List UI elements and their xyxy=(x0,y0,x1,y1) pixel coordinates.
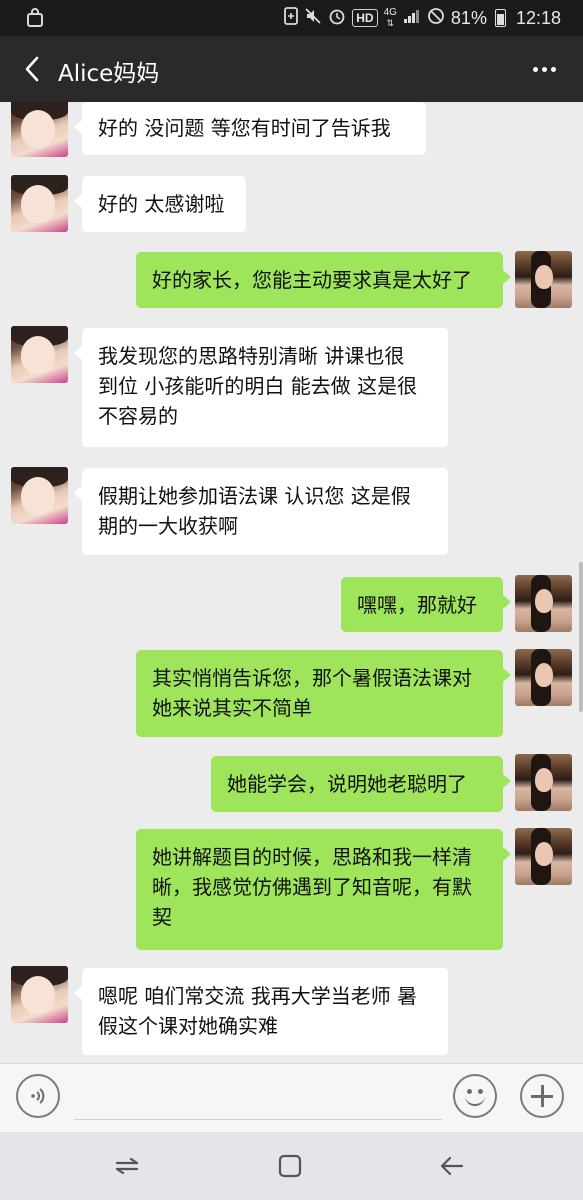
message-text: 其实悄悄告诉您，那个暑假语法课对 xyxy=(152,666,472,690)
scrollbar-thumb[interactable] xyxy=(579,562,583,712)
message-text: 到位 小孩能听的明白 能去做 这是很 xyxy=(98,374,418,398)
network-type: 4G ⇅ xyxy=(383,7,397,29)
emoji-icon[interactable] xyxy=(453,1074,497,1118)
no-sim-icon xyxy=(427,7,445,29)
contact-avatar[interactable] xyxy=(11,966,68,1023)
message-bubble-incoming[interactable]: 我发现您的思路特别清晰 讲课也很 到位 小孩能听的明白 能去做 这是很 不容易的 xyxy=(74,328,448,447)
message-text: 好的 没问题 等您有时间了告诉我 xyxy=(98,116,391,140)
message-text: 她讲解题目的时候，思路和我一样清 xyxy=(152,845,472,869)
message-bubble-incoming[interactable]: 好的 没问题 等您有时间了告诉我 xyxy=(74,102,426,155)
plus-icon[interactable] xyxy=(520,1074,564,1118)
message-text: 嗯呢 咱们常交流 我再大学当老师 暑 xyxy=(98,984,418,1008)
battery-icon xyxy=(494,9,506,27)
message-input[interactable] xyxy=(74,1072,442,1120)
message-bubble-outgoing[interactable]: 她能学会，说明她老聪明了 xyxy=(211,756,511,812)
message-text: 好的家长，您能主动要求真是太好了 xyxy=(152,268,472,292)
signal-icon xyxy=(403,8,421,28)
contact-avatar[interactable] xyxy=(11,326,68,383)
clock-time: 12:18 xyxy=(515,7,561,28)
network-label: 4G xyxy=(383,7,397,18)
message-bubble-incoming[interactable]: 假期让她参加语法课 认识您 这是假 期的一大收获啊 xyxy=(74,468,448,555)
contact-avatar[interactable] xyxy=(11,102,68,157)
contact-avatar[interactable] xyxy=(11,175,68,232)
message-text: 我发现您的思路特别清晰 讲课也很 xyxy=(98,344,405,368)
my-avatar[interactable] xyxy=(515,251,572,308)
status-bar: HD 4G ⇅ 81% 12:18 xyxy=(0,0,583,36)
shopping-bag-icon xyxy=(26,8,44,33)
chevron-left-icon[interactable] xyxy=(14,50,50,88)
message-text: 她能学会，说明她老聪明了 xyxy=(227,772,467,796)
nfc-icon xyxy=(284,7,299,29)
message-text: 嘿嘿，那就好 xyxy=(357,593,477,617)
message-bubble-incoming[interactable]: 嗯呢 咱们常交流 我再大学当老师 暑 假这个课对她确实难 xyxy=(74,968,448,1055)
hd-badge: HD xyxy=(352,9,378,27)
voice-icon[interactable] xyxy=(16,1074,60,1118)
recents-icon[interactable] xyxy=(107,1150,147,1182)
chat-title: Alice妈妈 xyxy=(58,61,160,87)
message-text: 期的一大收获啊 xyxy=(98,514,238,538)
message-bubble-outgoing[interactable]: 她讲解题目的时候，思路和我一样清 晰，我感觉仿佛遇到了知音呢，有默 契 xyxy=(136,829,511,950)
contact-avatar[interactable] xyxy=(11,467,68,524)
alarm-icon xyxy=(328,7,346,29)
message-text: 晰，我感觉仿佛遇到了知音呢，有默 xyxy=(152,875,472,899)
home-icon[interactable] xyxy=(270,1150,310,1182)
message-text: 契 xyxy=(152,905,172,929)
message-bubble-incoming[interactable]: 好的 太感谢啦 xyxy=(74,176,246,232)
message-bubble-outgoing[interactable]: 好的家长，您能主动要求真是太好了 xyxy=(136,252,511,308)
message-text: 她来说其实不简单 xyxy=(152,696,312,720)
my-avatar[interactable] xyxy=(515,649,572,706)
message-bubble-outgoing[interactable]: 嘿嘿，那就好 xyxy=(341,577,511,632)
chat-header: Alice妈妈 xyxy=(0,36,583,102)
back-arrow-icon[interactable] xyxy=(432,1150,472,1182)
battery-percent: 81% xyxy=(450,7,487,28)
input-bar xyxy=(0,1063,583,1132)
mute-icon xyxy=(304,7,322,29)
my-avatar[interactable] xyxy=(515,828,572,885)
my-avatar[interactable] xyxy=(515,575,572,632)
more-dots-icon[interactable] xyxy=(529,56,559,82)
message-text: 假这个课对她确实难 xyxy=(98,1014,278,1038)
system-navigation-bar xyxy=(0,1132,583,1200)
message-text: 不容易的 xyxy=(98,404,178,428)
message-text: 好的 太感谢啦 xyxy=(98,192,225,216)
my-avatar[interactable] xyxy=(515,754,572,811)
message-bubble-outgoing[interactable]: 其实悄悄告诉您，那个暑假语法课对 她来说其实不简单 xyxy=(136,650,511,737)
chat-messages[interactable]: 好的 没问题 等您有时间了告诉我 好的 太感谢啦 好的家长，您能主动要求真是太好… xyxy=(0,102,583,1062)
message-text: 假期让她参加语法课 认识您 这是假 xyxy=(98,484,411,508)
